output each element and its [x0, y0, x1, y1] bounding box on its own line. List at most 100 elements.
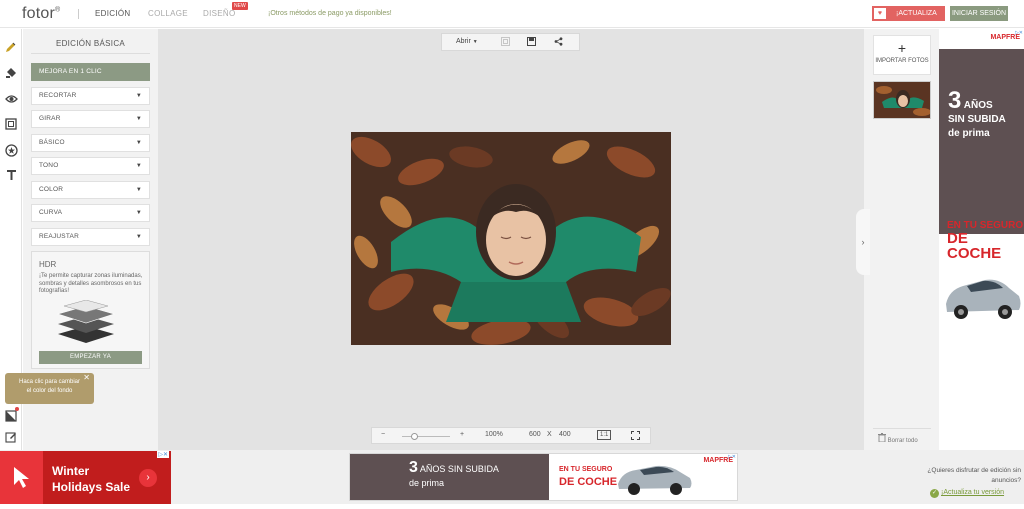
dropdown-label: GIRAR [39, 115, 61, 122]
hdr-layers-illustration [56, 300, 116, 343]
ad-line: AÑOS SIN SUBIDA [419, 464, 499, 474]
hdr-start-button[interactable]: EMPEZAR YA [39, 351, 142, 364]
dropdown-label: RECORTAR [39, 92, 77, 99]
dropdown-tone[interactable]: TONO ▼ [31, 157, 150, 175]
photo-thumbnail[interactable] [873, 81, 931, 119]
editor-canvas[interactable]: Abrir ▼ − + 100% 600 X 400 1:1 [158, 29, 864, 450]
dropdown-basic[interactable]: BÁSICO ▼ [31, 134, 150, 152]
ad-line: de prima [409, 478, 445, 488]
divider [873, 428, 931, 429]
dropdown-readjust[interactable]: REAJUSTAR ▼ [31, 228, 150, 246]
hdr-title: HDR [39, 260, 57, 269]
login-button[interactable]: INICIAR SESIÓN [950, 6, 1008, 21]
ad-subline: EN TU SEGURO DE COCHE [947, 219, 1024, 262]
pencil-icon[interactable] [4, 40, 18, 54]
ad-info-icon[interactable]: ▷✕ [1015, 30, 1023, 36]
zoom-level: 100% [485, 431, 503, 438]
import-photos-button[interactable]: + IMPORTAR FOTOS [873, 35, 931, 75]
thumbnail-image [874, 82, 930, 118]
hdr-description: ¡Te permite capturar zonas iluminadas, s… [39, 273, 143, 294]
open-label: Abrir [456, 38, 471, 45]
compare-icon[interactable] [500, 37, 510, 47]
tab-diseno[interactable]: DISEÑO [203, 9, 235, 18]
fullscreen-icon[interactable] [631, 431, 640, 442]
tooltip-line: el color del fondo [26, 388, 73, 394]
car-image [946, 279, 1021, 319]
caret-down-icon: ▼ [135, 187, 142, 193]
divider [31, 53, 150, 54]
photo-image [351, 132, 671, 345]
trash-icon [878, 433, 888, 444]
right-side-ad[interactable]: MAPFRE ▷✕ 3 AÑOS SIN SUBIDA de prima EN … [939, 29, 1024, 348]
ad-info-icon[interactable]: ▷✕ [157, 451, 169, 458]
caret-down-icon: ▼ [135, 116, 142, 122]
winter-sale-ad[interactable]: Winter Holidays Sale › ▷✕ [0, 451, 171, 504]
image-height: 400 [559, 431, 571, 438]
photo-library-panel: › + IMPORTAR FOTOS Borrar todo [856, 29, 939, 450]
collapse-panel-button[interactable]: › [856, 209, 870, 275]
ad-number: 3 [948, 87, 962, 114]
canvas-top-toolbar: Abrir ▼ [441, 33, 580, 51]
share-icon[interactable] [553, 37, 563, 47]
edited-photo[interactable] [351, 132, 671, 345]
caret-down-icon: ▼ [135, 163, 142, 169]
dropdown-crop[interactable]: RECORTAR ▼ [31, 87, 150, 105]
dropdown-label: REAJUSTAR [39, 233, 79, 240]
tab-edicion[interactable]: EDICIÓN [95, 9, 130, 18]
upgrade-version-label: ¡Actualiza tu versión [941, 489, 1005, 496]
zoom-in-button[interactable]: + [460, 431, 464, 438]
dropdown-rotate[interactable]: GIRAR ▼ [31, 110, 150, 128]
top-bar: fotor® EDICIÓN COLLAGE DISEÑO NEW ¡Otros… [0, 0, 1024, 28]
panel-title: EDICIÓN BÁSICA [55, 39, 126, 48]
caret-down-icon: ▼ [135, 140, 142, 146]
dropdown-label: TONO [39, 162, 59, 169]
upgrade-version-link[interactable]: ✓ ¡Actualiza tu versión [930, 489, 1004, 498]
hdr-card: HDR ¡Te permite capturar zonas iluminada… [31, 251, 150, 369]
ad-subline: EN TU SEGURO DE COCHE [559, 464, 617, 490]
open-button[interactable]: Abrir ▼ [456, 38, 478, 45]
upgrade-button[interactable]: ♥ ¡ACTUALIZA [872, 6, 945, 21]
clear-all-button[interactable]: Borrar todo [878, 433, 918, 444]
dropdown-curve[interactable]: CURVA ▼ [31, 204, 150, 222]
zoom-slider-handle[interactable] [411, 433, 418, 440]
dropdown-label: BÁSICO [39, 139, 65, 146]
caret-down-icon: ▼ [135, 234, 142, 240]
tab-collage[interactable]: COLLAGE [148, 9, 188, 18]
dimension-separator: X [547, 431, 552, 438]
one-click-enhance-button[interactable]: MEJORA EN 1 CLIC [31, 63, 150, 81]
eye-icon[interactable] [4, 92, 18, 106]
image-width: 600 [529, 431, 541, 438]
ad-headline: Winter Holidays Sale [52, 463, 130, 495]
actual-size-button[interactable]: 1:1 [597, 430, 612, 440]
car-image [618, 465, 692, 495]
ad-dark-block [939, 49, 1024, 234]
center-banner-ad[interactable]: 3 AÑOS SIN SUBIDA de prima EN TU SEGURO … [349, 453, 738, 501]
text-icon[interactable] [4, 168, 18, 182]
canvas-bottom-toolbar: − + 100% 600 X 400 1:1 [371, 427, 651, 444]
ad-line: EN TU SEGURO [559, 466, 613, 473]
ad-headline: 3 AÑOS SIN SUBIDA de prima [948, 89, 1006, 141]
dropdown-label: CURVA [39, 209, 63, 216]
sticker-icon[interactable] [4, 143, 18, 157]
edit-note-icon[interactable] [4, 430, 18, 444]
zoom-slider-track[interactable] [402, 436, 450, 437]
close-icon[interactable]: ✕ [83, 373, 90, 382]
new-badge: NEW [232, 2, 248, 10]
fotor-logo[interactable]: fotor® [22, 5, 60, 23]
frame-icon[interactable] [4, 117, 18, 131]
tooltip-line: Haca clic para cambiar [18, 379, 81, 385]
brush-icon[interactable] [4, 66, 18, 80]
chevron-right-icon[interactable]: › [139, 469, 157, 487]
dropdown-color[interactable]: COLOR ▼ [31, 181, 150, 199]
divider [78, 9, 79, 19]
plus-icon: + [897, 40, 907, 56]
background-color-icon[interactable] [4, 409, 18, 423]
promo-link[interactable]: ¡Otros métodos de pago ya disponibles! [268, 10, 392, 17]
ad-headline: 3 AÑOS SIN SUBIDA de prima [409, 460, 499, 490]
ad-line: Holidays Sale [52, 480, 131, 494]
ad-line: Winter [52, 464, 90, 478]
ad-info-icon[interactable]: ▷✕ [728, 454, 736, 460]
caret-down-icon: ▼ [135, 93, 142, 99]
zoom-out-button[interactable]: − [381, 431, 385, 438]
save-icon[interactable] [526, 37, 536, 47]
